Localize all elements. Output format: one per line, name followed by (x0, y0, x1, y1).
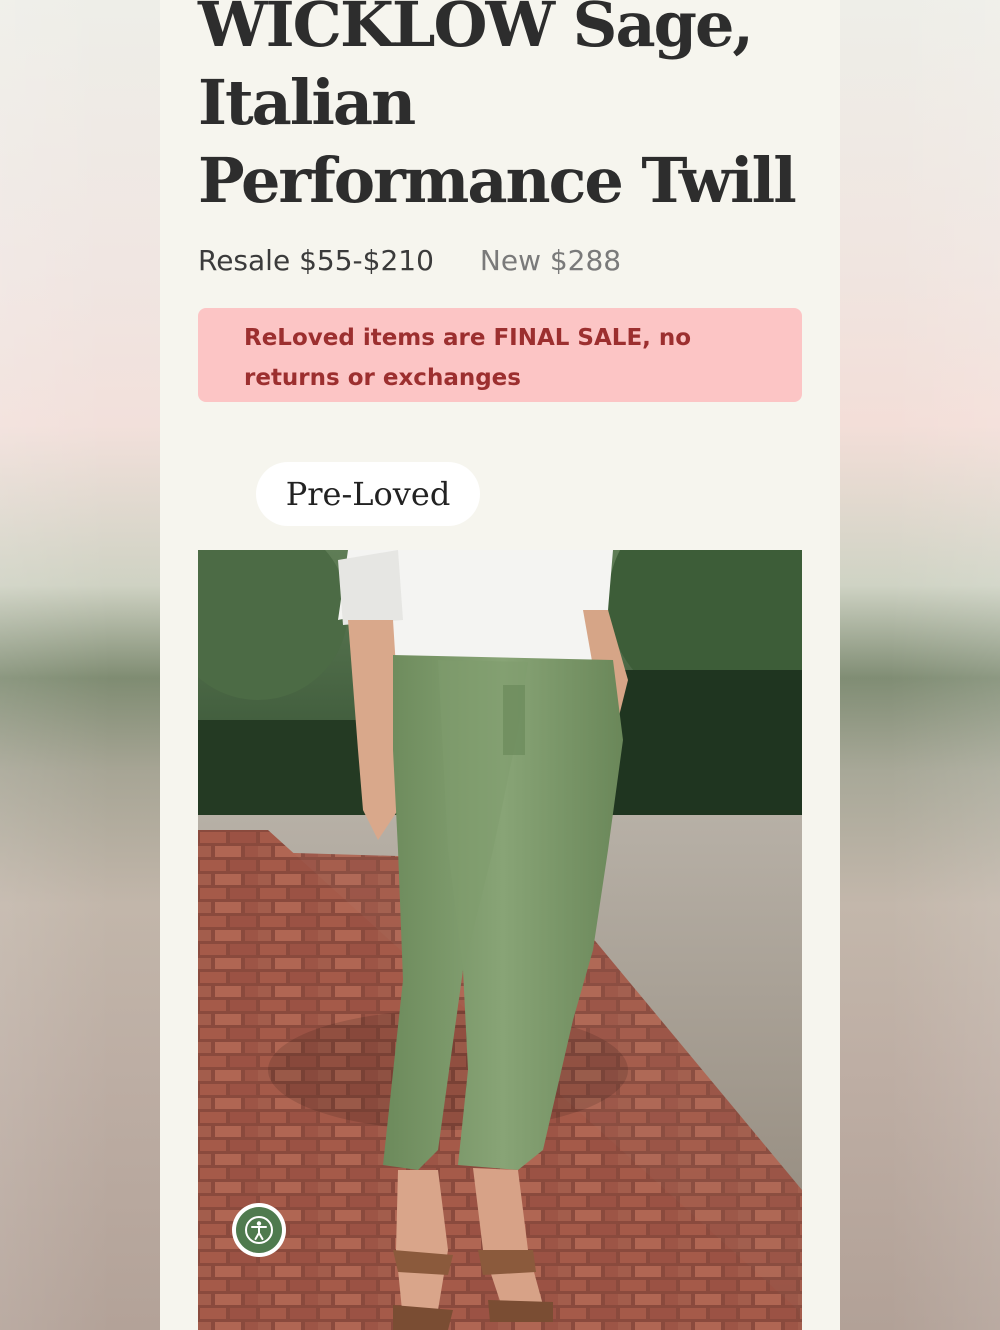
condition-tag: Pre-Loved (256, 462, 480, 526)
product-photo[interactable] (198, 550, 802, 1330)
right-blurred-backdrop (840, 0, 1000, 1330)
product-title: WICKLOW Sage, Italian Performance Twill (198, 0, 797, 217)
left-blurred-backdrop (0, 0, 160, 1330)
final-sale-notice: ReLoved items are FINAL SALE, no returns… (198, 308, 802, 402)
new-price: New $288 (479, 243, 622, 277)
product-photo-illustration (198, 550, 802, 1330)
accessibility-button[interactable] (232, 1203, 286, 1257)
price-row: Resale $55-$210 New $288 (198, 240, 621, 280)
accessibility-icon (236, 1207, 282, 1253)
product-page: WICKLOW Sage, Italian Performance Twill … (160, 0, 840, 1330)
resale-price: Resale $55-$210 (198, 243, 434, 277)
